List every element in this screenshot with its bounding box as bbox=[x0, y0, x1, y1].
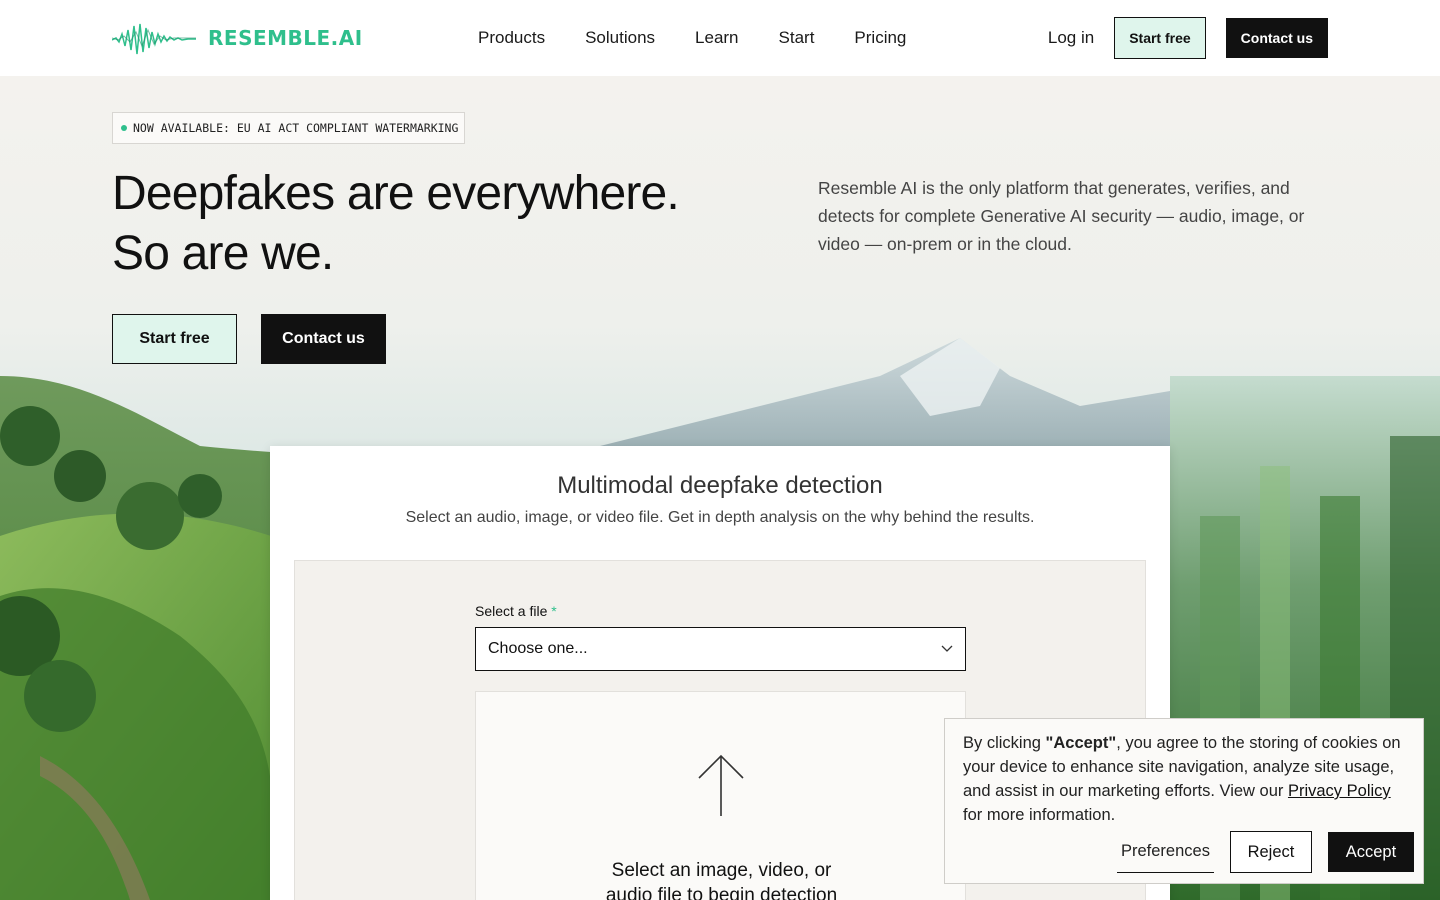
brand-logo[interactable]: RESEMBLE.AI bbox=[112, 18, 472, 58]
login-link[interactable]: Log in bbox=[1048, 28, 1094, 48]
cookie-preferences-button[interactable]: Preferences bbox=[1117, 831, 1214, 873]
upload-arrow-icon bbox=[698, 754, 744, 816]
nav-links: Products Solutions Learn Start Pricing bbox=[478, 28, 906, 48]
status-dot-icon bbox=[121, 125, 127, 131]
chevron-down-icon bbox=[941, 645, 953, 652]
nav-start-free-button[interactable]: Start free bbox=[1114, 17, 1206, 59]
cookie-text-after: for more information. bbox=[963, 806, 1116, 824]
nav-link-learn[interactable]: Learn bbox=[695, 28, 738, 48]
top-navigation: RESEMBLE.AI Products Solutions Learn Sta… bbox=[0, 0, 1440, 76]
cookie-accept-button[interactable]: Accept bbox=[1327, 832, 1414, 872]
nav-link-solutions[interactable]: Solutions bbox=[585, 28, 655, 48]
dropzone-instructions: Select an image, video, or audio file to… bbox=[476, 858, 967, 900]
cookie-actions: Preferences Reject Accept bbox=[1117, 831, 1414, 873]
file-dropzone[interactable]: Select an image, video, or audio file to… bbox=[475, 691, 966, 900]
cookie-banner: By clicking "Accept", you agree to the s… bbox=[944, 718, 1424, 884]
brand-name: RESEMBLE.AI bbox=[208, 26, 363, 50]
detection-subtitle: Select an audio, image, or video file. G… bbox=[405, 509, 1035, 526]
nav-actions: Log in Start free Contact us bbox=[1048, 17, 1328, 59]
nav-link-products[interactable]: Products bbox=[478, 28, 545, 48]
hero-description: Resemble AI is the only platform that ge… bbox=[818, 178, 1305, 254]
hero-title-line1: Deepfakes are everywhere. bbox=[112, 167, 680, 220]
cookie-accept-quote: "Accept" bbox=[1045, 734, 1117, 752]
privacy-policy-link[interactable]: Privacy Policy bbox=[1288, 782, 1391, 800]
hero-contact-button[interactable]: Contact us bbox=[261, 314, 386, 364]
announcement-badge[interactable]: NOW AVAILABLE: EU AI ACT COMPLIANT WATER… bbox=[112, 112, 466, 144]
file-select-label-text: Select a file bbox=[475, 603, 548, 619]
hero-title: Deepfakes are everywhere. So are we. bbox=[112, 164, 752, 284]
file-type-select[interactable]: Choose one... bbox=[475, 627, 966, 671]
dropzone-line2: audio file to begin detection bbox=[605, 885, 838, 900]
detection-title: Multimodal deepfake detection bbox=[557, 472, 883, 499]
dropzone-line1: Select an image, video, or bbox=[611, 860, 832, 881]
nav-link-start[interactable]: Start bbox=[779, 28, 815, 48]
hero-actions: Start free Contact us bbox=[112, 314, 386, 364]
cookie-message: By clicking "Accept", you agree to the s… bbox=[963, 731, 1405, 827]
hero-title-line2: So are we. bbox=[112, 227, 334, 280]
sound-wave-logo-icon bbox=[112, 23, 196, 55]
file-select-label: Select a file * bbox=[475, 603, 557, 619]
hero-start-free-button[interactable]: Start free bbox=[112, 314, 237, 364]
cookie-reject-button[interactable]: Reject bbox=[1229, 831, 1312, 873]
badge-text: NOW AVAILABLE: EU AI ACT COMPLIANT WATER… bbox=[133, 121, 459, 135]
nav-contact-button[interactable]: Contact us bbox=[1225, 18, 1328, 58]
file-type-select-value: Choose one... bbox=[488, 640, 588, 657]
cookie-text-before: By clicking bbox=[963, 734, 1046, 752]
nav-link-pricing[interactable]: Pricing bbox=[854, 28, 906, 48]
required-marker: * bbox=[551, 603, 557, 619]
